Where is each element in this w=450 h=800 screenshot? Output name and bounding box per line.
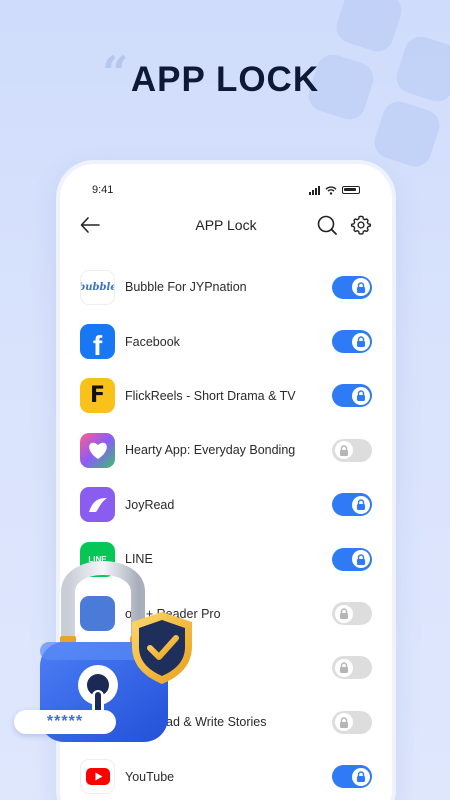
- phone-frame: 9:41 APP Lock bubble Bubble For JYPnatio…: [60, 164, 392, 800]
- lock-toggle[interactable]: [332, 710, 372, 734]
- app-icon: [80, 650, 115, 686]
- app-name: YouTube: [125, 769, 175, 784]
- list-item[interactable]: YouTube: [60, 750, 392, 800]
- promo-headline: APP LOCK: [130, 60, 320, 99]
- flickreels-app-icon: F: [80, 378, 115, 414]
- line-app-icon: LINE: [80, 541, 115, 577]
- lock-toggle[interactable]: [332, 656, 372, 680]
- lock-icon: [351, 278, 370, 297]
- facebook-app-icon: f: [80, 324, 115, 360]
- app-name: oon+ Reader Pro: [125, 606, 221, 621]
- settings-button[interactable]: [350, 214, 372, 236]
- list-item[interactable]: JoyRead: [60, 478, 392, 532]
- app-name: JoyRead: [125, 497, 175, 512]
- app-name: S: [125, 660, 134, 675]
- app-name: Hearty App: Everyday Bonding: [125, 443, 296, 458]
- page-title: APP Lock: [195, 217, 257, 233]
- status-bar: 9:41: [60, 182, 392, 198]
- lock-icon: [351, 767, 370, 786]
- lock-toggle[interactable]: [332, 330, 372, 354]
- list-item[interactable]: LINE LINE: [60, 532, 392, 586]
- search-button[interactable]: [316, 214, 338, 236]
- list-item[interactable]: f Facebook: [60, 314, 392, 368]
- list-item[interactable]: S: [60, 641, 392, 695]
- app-name: LINE: [125, 552, 153, 567]
- reader-app-icon: [80, 596, 115, 632]
- status-time: 9:41: [92, 184, 114, 196]
- lock-icon: [334, 441, 353, 460]
- lock-toggle[interactable]: [332, 765, 372, 789]
- lock-toggle[interactable]: [332, 493, 372, 517]
- app-name: ad - Read & Write Stories: [125, 715, 267, 730]
- lock-toggle[interactable]: [332, 275, 372, 299]
- lock-icon: [334, 658, 353, 677]
- lock-icon: [351, 332, 370, 351]
- battery-icon: [342, 186, 360, 194]
- signal-icon: [309, 185, 320, 195]
- lock-toggle[interactable]: [332, 384, 372, 408]
- lock-icon: [334, 713, 353, 732]
- bubble-app-icon: bubble: [80, 269, 115, 305]
- lock-icon: [351, 386, 370, 405]
- lock-icon: [351, 550, 370, 569]
- lock-toggle[interactable]: [332, 438, 372, 462]
- lock-icon: [351, 495, 370, 514]
- decorative-square: [370, 97, 444, 171]
- app-name: FlickReels - Short Drama & TV: [125, 388, 296, 403]
- list-item[interactable]: oon+ Reader Pro: [60, 586, 392, 640]
- app-header: APP Lock: [60, 210, 392, 240]
- hearty-app-icon: [80, 432, 115, 468]
- list-item[interactable]: bubble Bubble For JYPnation: [60, 260, 392, 314]
- app-name: Facebook: [125, 334, 180, 349]
- status-icons: [309, 185, 360, 195]
- lock-toggle[interactable]: [332, 602, 372, 626]
- wifi-icon: [325, 185, 337, 195]
- list-item[interactable]: Hearty App: Everyday Bonding: [60, 423, 392, 477]
- lock-icon: [334, 604, 353, 623]
- lock-toggle[interactable]: [332, 547, 372, 571]
- back-button[interactable]: [80, 216, 100, 234]
- joyread-app-icon: [80, 487, 115, 523]
- list-item[interactable]: F FlickReels - Short Drama & TV: [60, 369, 392, 423]
- youtube-app-icon: [80, 759, 115, 795]
- app-name: Bubble For JYPnation: [125, 280, 247, 295]
- decorative-square: [332, 0, 406, 56]
- password-field-illustration: *****: [14, 710, 116, 734]
